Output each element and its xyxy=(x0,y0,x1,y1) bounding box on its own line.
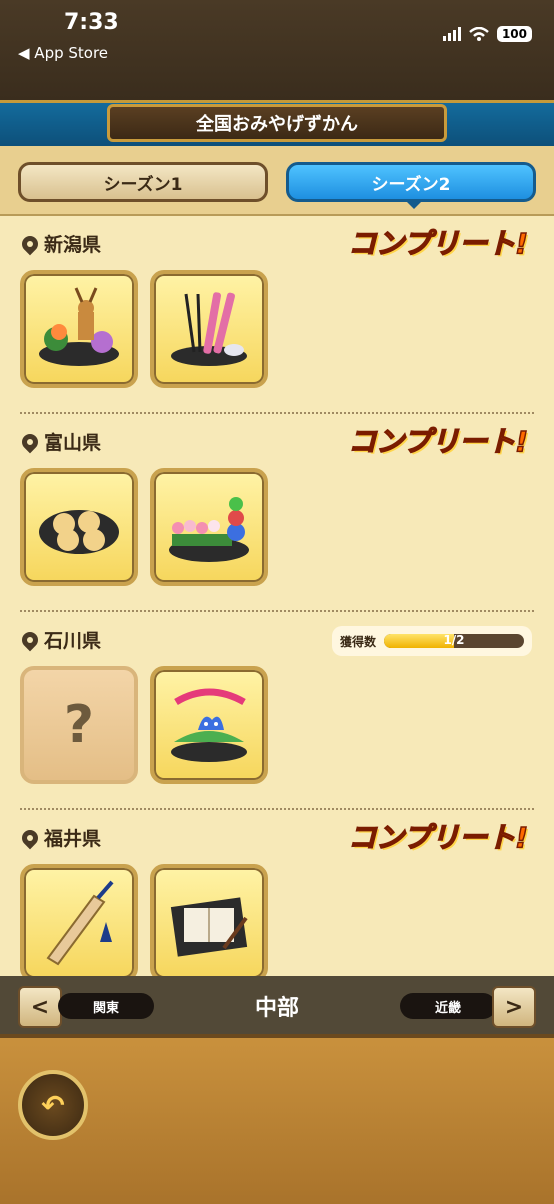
signal-icon xyxy=(442,27,461,41)
souvenir-card[interactable] xyxy=(150,666,268,784)
deer-flowers-icon xyxy=(39,287,119,366)
location-pin-icon xyxy=(18,232,42,255)
pref-section-toyama: 富山県 コンプリート! xyxy=(0,414,554,612)
location-pin-icon xyxy=(18,826,42,849)
wifi-icon xyxy=(469,27,489,41)
souvenir-card[interactable] xyxy=(20,468,138,586)
status-icons: 100 xyxy=(442,26,532,42)
back-button[interactable]: ↶ xyxy=(18,1070,88,1140)
souvenir-list[interactable]: 新潟県 コンプリート! 富山県 コンプリート! 石川県 獲得数 1/2 ? 福井… xyxy=(0,216,554,976)
location-pin-icon xyxy=(18,430,42,453)
back-to-app-store-link[interactable]: ◀ App Store xyxy=(18,44,108,62)
status-bar: 7:33 ◀ App Store 100 xyxy=(0,0,554,100)
souvenir-card[interactable] xyxy=(150,270,268,388)
pref-name: 石川県 xyxy=(44,630,102,652)
souvenir-card[interactable] xyxy=(20,270,138,388)
souvenir-card[interactable] xyxy=(20,864,138,976)
tab-season-1[interactable]: シーズン1 xyxy=(18,162,268,202)
bottom-panel: ↶ xyxy=(0,1034,554,1204)
pref-name: 富山県 xyxy=(44,432,102,454)
pref-section-ishikawa: 石川県 獲得数 1/2 ? xyxy=(0,612,554,810)
rice-crackers-icon xyxy=(39,510,119,554)
progress-label: 獲得数 xyxy=(340,634,377,649)
page-title: 全国おみやげずかん xyxy=(107,104,447,142)
return-arrow-icon: ↶ xyxy=(41,1088,65,1122)
unknown-souvenir-card[interactable]: ? xyxy=(20,666,138,784)
progress-text: 1/2 xyxy=(443,634,465,647)
pref-section-niigata: 新潟県 コンプリート! xyxy=(0,216,554,414)
next-region-label[interactable]: 近畿 xyxy=(400,993,496,1019)
ski-icon xyxy=(171,292,247,366)
season-tabs: シーズン1 シーズン2 xyxy=(0,146,554,216)
region-nav-bar: < 関東 中部 近畿 > xyxy=(0,976,554,1034)
acquired-count: 獲得数 1/2 xyxy=(332,626,532,656)
battery-icon: 100 xyxy=(496,26,532,42)
status-time: 7:33 xyxy=(64,10,119,35)
location-pin-icon xyxy=(18,628,42,651)
tulips-slime-icon xyxy=(169,497,249,562)
pref-section-fukui: 福井県 コンプリート! xyxy=(0,810,554,976)
paper-scroll-icon xyxy=(170,897,248,957)
tab-season-2[interactable]: シーズン2 xyxy=(286,162,536,209)
chevron-right-icon: > xyxy=(504,994,524,1020)
complete-badge: コンプリート! xyxy=(347,226,528,261)
slime-paraglider-icon xyxy=(171,688,247,762)
wooden-paddle-icon xyxy=(46,880,114,966)
progress-bar: 1/2 xyxy=(384,634,524,648)
next-region-button[interactable]: > xyxy=(492,986,536,1028)
question-icon: ? xyxy=(63,695,95,755)
pref-name: 新潟県 xyxy=(44,234,102,256)
pref-name: 福井県 xyxy=(44,828,102,850)
complete-badge: コンプリート! xyxy=(347,820,528,855)
souvenir-card[interactable] xyxy=(150,864,268,976)
complete-badge: コンプリート! xyxy=(347,424,528,459)
souvenir-card[interactable] xyxy=(150,468,268,586)
